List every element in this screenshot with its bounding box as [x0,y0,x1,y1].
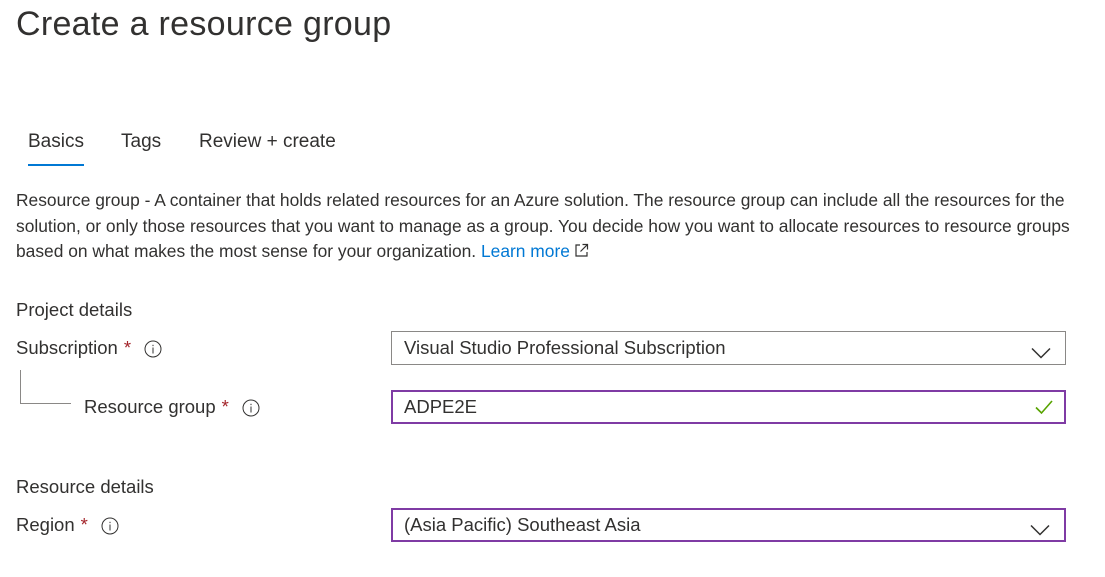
required-asterisk: * [123,337,132,358]
subscription-dropdown[interactable]: Visual Studio Professional Subscription [391,331,1066,365]
tab-tags[interactable]: Tags [121,128,161,156]
subscription-label: Subscription [16,337,118,358]
region-dropdown[interactable]: (Asia Pacific) Southeast Asia [391,508,1066,542]
resource-group-description: Resource group - A container that holds … [16,188,1076,266]
project-details-heading: Project details [16,299,133,320]
page-title: Create a resource group [16,5,392,43]
learn-more-link[interactable]: Learn more [481,241,589,261]
info-icon[interactable] [242,398,260,417]
required-asterisk: * [221,396,229,417]
subscription-label-row: Subscription * [16,335,162,361]
resource-group-label: Resource group [84,396,216,417]
resource-group-input[interactable]: ADPE2E [391,390,1066,424]
resource-group-label-row: Resource group * [84,394,260,420]
region-value: (Asia Pacific) Southeast Asia [404,514,641,535]
learn-more-label: Learn more [480,241,570,261]
info-icon[interactable] [101,516,119,535]
region-label: Region [16,514,75,535]
external-link-icon [574,240,589,266]
description-term: Resource group [16,190,140,210]
info-icon[interactable] [144,339,162,358]
chevron-down-icon [1031,342,1051,359]
resource-details-heading: Resource details [16,476,154,497]
required-asterisk: * [80,514,88,535]
resource-group-value: ADPE2E [404,396,478,417]
hierarchy-connector [20,370,71,404]
checkmark-icon [1034,398,1054,416]
chevron-down-icon [1030,519,1050,536]
tab-review-create[interactable]: Review + create [199,128,336,156]
subscription-value: Visual Studio Professional Subscription [404,337,726,358]
create-resource-group-page: Create a resource group Basics Tags Revi… [0,0,1105,577]
region-label-row: Region * [16,512,119,538]
tab-basics[interactable]: Basics [28,128,84,166]
